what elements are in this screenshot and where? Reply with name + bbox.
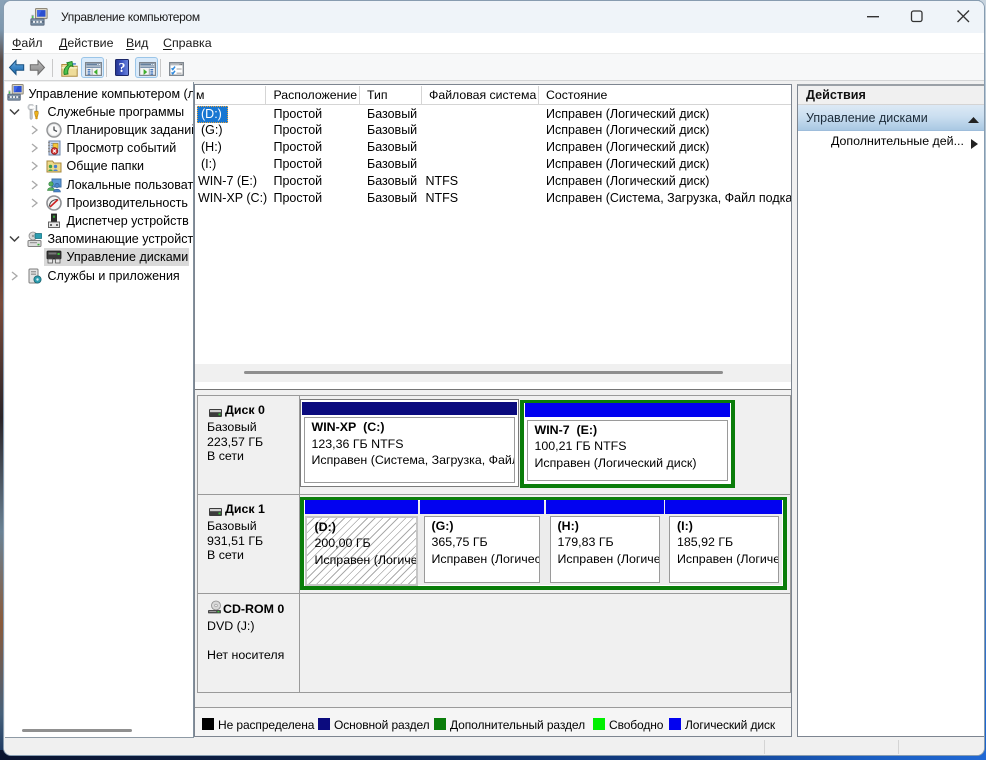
svg-text:?: ? (119, 60, 126, 75)
